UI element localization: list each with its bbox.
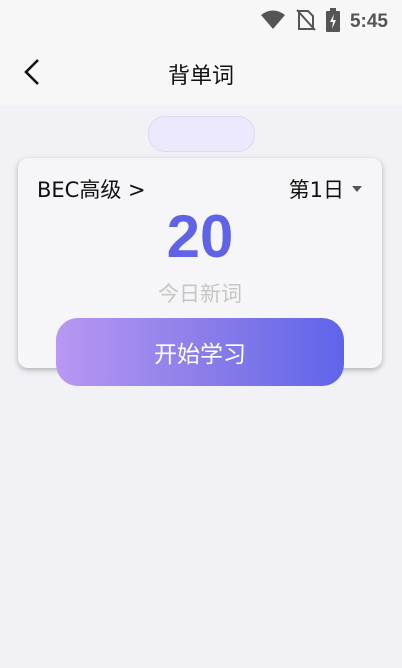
wifi-icon [260, 10, 286, 34]
page-title: 背单词 [167, 64, 234, 89]
nav-bar: 背单词 [0, 44, 402, 105]
course-selector[interactable]: BEC高级 > [37, 174, 146, 204]
new-words-label: 今日新词 [158, 282, 242, 306]
top-pill [148, 116, 255, 152]
no-sim-icon [296, 9, 316, 35]
status-time: 5:45 [349, 11, 388, 32]
status-bar: 5:45 [0, 0, 402, 44]
status-icons: 5:45 [260, 8, 388, 36]
day-label: 第1日 [288, 178, 344, 202]
new-words-count: 20 [166, 203, 234, 270]
start-learning-button[interactable]: 开始学习 [56, 318, 344, 386]
day-selector[interactable]: 第1日 [289, 174, 362, 204]
dropdown-caret-icon [352, 186, 362, 192]
battery-charging-icon [325, 8, 340, 36]
